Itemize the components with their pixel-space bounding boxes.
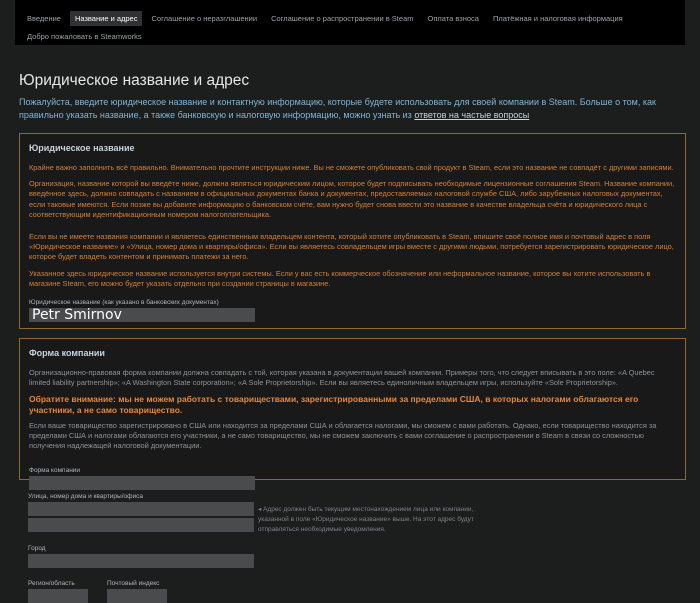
tab-welcome[interactable]: Добро пожаловать в Steamworks — [22, 29, 147, 44]
legal-name-section: Юридическое название Крайне важно заполн… — [19, 133, 686, 329]
company-form-input[interactable] — [29, 476, 255, 491]
wizard-nav: Введение Название и адрес Соглашение о нер… — [15, 0, 685, 45]
tab-distribution-agreement[interactable]: Соглашение о распространении в Steam — [266, 11, 418, 26]
tab-name-address[interactable]: Название и адрес — [69, 11, 143, 26]
legal-name-input[interactable]: Petr Smirnov — [29, 308, 255, 323]
region-input[interactable] — [28, 589, 88, 603]
street-input-1[interactable] — [28, 502, 254, 516]
paragraph: Если ваше товарищество зарегистрировано … — [29, 420, 657, 451]
warning-text: Обратите внимание: мы не можем работать … — [29, 394, 639, 415]
paragraph: Если вы не имеете названия компании и яв… — [29, 232, 674, 262]
region-label: Регион/область — [28, 580, 75, 587]
paragraph: Организационно-правовая форма компании д… — [29, 368, 655, 388]
intro-body: Пожалуйста, введите юридическое название… — [19, 97, 656, 120]
faq-link[interactable]: ответов на частые вопросы — [414, 110, 529, 120]
paragraph: Указанное здесь юридическое название исп… — [29, 268, 651, 288]
city-input[interactable] — [28, 554, 254, 568]
paragraph: Организация, название которой вы введёте… — [29, 179, 675, 219]
address-note: ◂ Адрес должен быть текущим местонахожде… — [258, 506, 474, 533]
city-label: Город — [28, 545, 46, 552]
street-input-2[interactable] — [28, 518, 254, 532]
company-form-label: Форма компании — [29, 467, 81, 475]
address-note-text: Адрес должен быть текущим местонахождени… — [258, 506, 474, 533]
section-heading: Форма компании — [29, 348, 105, 358]
legal-name-label: Юридическое название (как указано в банк… — [29, 299, 219, 307]
intro-text: Пожалуйста, введите юридическое название… — [19, 96, 689, 122]
company-form-section: Форма компании Организационно-правовая ф… — [19, 338, 686, 491]
tab-nda[interactable]: Соглашение о неразглашении — [146, 11, 262, 26]
street-label: Улица, номер дома и квартиры/офиса — [28, 493, 143, 500]
zip-label: Почтовый индекс — [107, 580, 160, 587]
page-title: Юридическое название и адрес — [19, 72, 250, 89]
section-heading: Юридическое название — [29, 143, 135, 153]
zip-input[interactable] — [107, 589, 167, 603]
tab-fee[interactable]: Оплата взноса — [422, 11, 483, 26]
tab-intro[interactable]: Введение — [22, 11, 66, 26]
tab-tax-info[interactable]: Платёжная и налоговая информация — [488, 11, 628, 26]
paragraph: Крайне важно заполнить всё правильно. Вн… — [29, 163, 674, 172]
